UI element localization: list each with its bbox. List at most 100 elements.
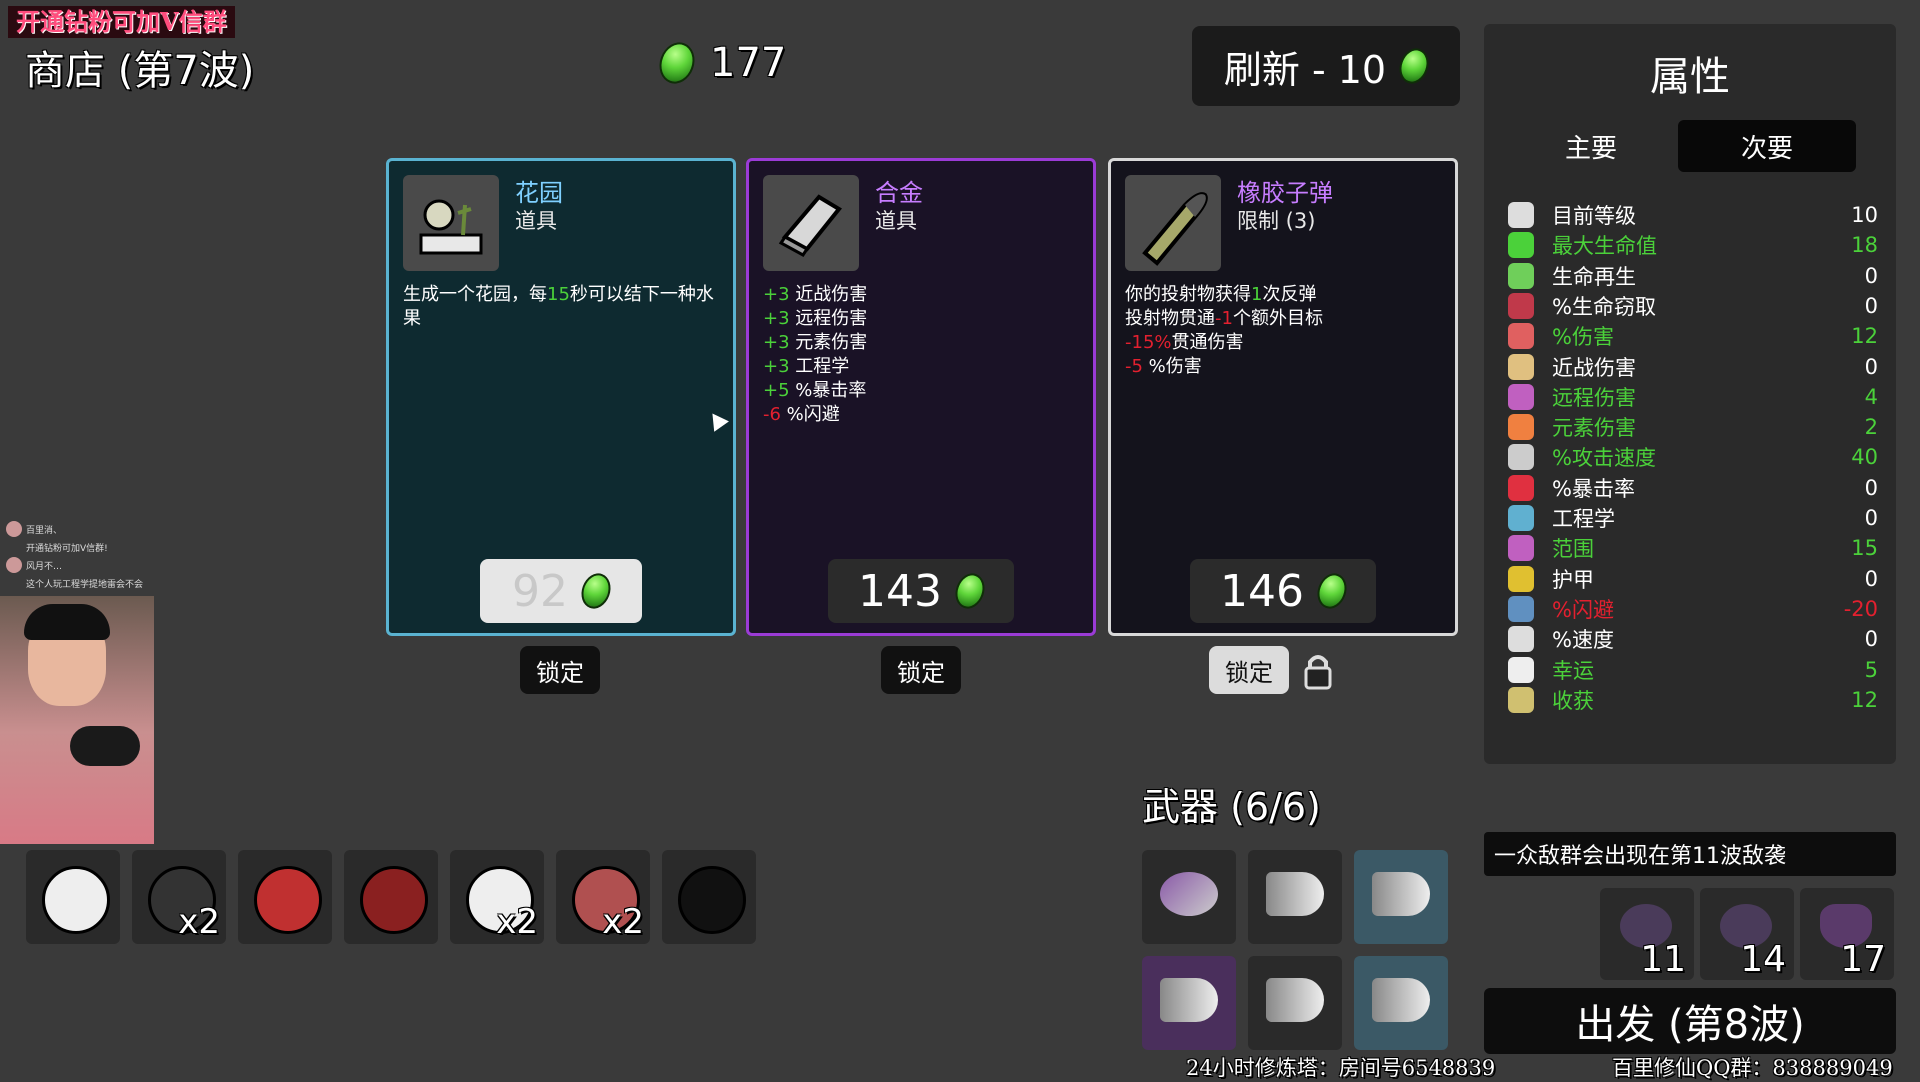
item-slot[interactable]: x2 — [132, 850, 226, 944]
stat-label: 范围 — [1552, 537, 1594, 562]
buy-button[interactable]: 146 — [1190, 559, 1376, 623]
shop-title: 商店 (第7波) — [25, 48, 255, 94]
stat-row[interactable]: %攻击速度 40 — [1508, 442, 1878, 472]
material-gem-icon — [1394, 44, 1434, 88]
stat-row[interactable]: 范围 15 — [1508, 533, 1878, 563]
stat-row[interactable]: %闪避 -20 — [1508, 594, 1878, 624]
shop-item-card[interactable]: 橡胶子弹 限制 (3) 你的投射物获得1次反弹 投射物贯通-1个额外目标 -15%贯… — [1108, 158, 1458, 636]
item-slot[interactable] — [238, 850, 332, 944]
chat-message: 开通钻粉可加V信群! — [26, 543, 108, 554]
material-gem-icon — [950, 569, 990, 613]
stat-label: %速度 — [1552, 628, 1614, 653]
lock-button[interactable]: 锁定 — [520, 646, 600, 694]
description-segment: 工程学 — [789, 356, 850, 377]
stat-value: 0 — [1864, 566, 1878, 591]
fire-icon — [1508, 414, 1534, 441]
tab-primary-stats[interactable]: 主要 — [1502, 120, 1680, 172]
chat-line: 百里消、 — [6, 520, 176, 538]
stat-row[interactable]: %暴击率 0 — [1508, 473, 1878, 503]
material-gem-icon — [653, 37, 701, 89]
streamer-hair — [24, 604, 110, 640]
shop-item-card[interactable]: 花园 道具 生成一个花园，每15秒可以结下一种水果 92 — [386, 158, 736, 636]
stat-label: 最大生命值 — [1552, 234, 1657, 259]
gold-counter: 177 — [653, 37, 786, 89]
stat-value: 0 — [1864, 506, 1878, 530]
microphone-icon — [70, 726, 140, 766]
description-segment: 元素伤害 — [789, 332, 868, 353]
weapon-slot[interactable] — [1248, 850, 1342, 944]
stat-value: -20 — [1843, 596, 1878, 621]
stat-label: 幸运 — [1552, 658, 1594, 683]
description-segment: 次反弹 — [1262, 284, 1317, 305]
item-slot[interactable]: x2 — [450, 850, 544, 944]
weapons-title: 武器 (6/6) — [1142, 785, 1321, 829]
stat-row[interactable]: 生命再生 0 — [1508, 261, 1878, 291]
item-slot[interactable] — [26, 850, 120, 944]
item-slot[interactable]: x2 — [556, 850, 650, 944]
dynamite-icon — [254, 866, 322, 934]
enemy-wave-slot: 17 — [1800, 888, 1894, 980]
lock-button[interactable]: 锁定 — [881, 646, 961, 694]
item-type: 限制 (3) — [1237, 209, 1316, 233]
item-description: 你的投射物获得1次反弹 投射物贯通-1个额外目标 -15%贯通伤害 -5 %伤害 — [1125, 283, 1441, 379]
weapon-slot[interactable] — [1248, 956, 1342, 1050]
stat-row[interactable]: 元素伤害 2 — [1508, 412, 1878, 442]
megaphone-icon — [1266, 872, 1324, 916]
item-type: 道具 — [875, 209, 917, 233]
stat-row[interactable]: 远程伤害 4 — [1508, 382, 1878, 412]
description-segment: 近战伤害 — [789, 284, 868, 305]
weapon-slot[interactable] — [1142, 956, 1236, 1050]
tab-secondary-stats[interactable]: 次要 — [1678, 120, 1856, 172]
stat-value: 15 — [1851, 536, 1878, 561]
stat-row[interactable]: %速度 0 — [1508, 624, 1878, 654]
item-slot[interactable] — [344, 850, 438, 944]
reroll-button[interactable]: 刷新 - 10 — [1192, 26, 1460, 106]
weapon-slot[interactable] — [1354, 850, 1448, 944]
description-segment: %伤害 — [1142, 356, 1202, 377]
stat-row[interactable]: 工程学 0 — [1508, 503, 1878, 533]
buy-button[interactable]: 92 — [480, 559, 642, 623]
enemy-wave-number: 17 — [1840, 939, 1886, 980]
weapon-slot[interactable] — [1354, 956, 1448, 1050]
sword-icon — [1508, 353, 1534, 380]
stat-row[interactable]: 护甲 0 — [1508, 564, 1878, 594]
stat-label: 护甲 — [1552, 567, 1594, 592]
item-name: 合金 — [875, 179, 923, 207]
pirate-head-icon — [42, 866, 110, 934]
stat-row[interactable]: 最大生命值 18 — [1508, 230, 1878, 260]
range-icon — [1508, 535, 1534, 562]
avatar — [6, 521, 22, 537]
hourglass-icon — [1508, 444, 1534, 471]
stat-label: 近战伤害 — [1552, 355, 1636, 380]
description-segment: 生成一个花园，每 — [403, 284, 547, 305]
stat-row[interactable]: 目前等级 10 — [1508, 200, 1878, 230]
item-description: +3 近战伤害 +3 远程伤害 +3 元素伤害 +3 工程学 +5 %暴击率 -6 %闪避 — [763, 283, 1079, 427]
level-icon — [1508, 202, 1534, 228]
stat-row[interactable]: %伤害 12 — [1508, 321, 1878, 351]
stats-title: 属性 — [1650, 54, 1730, 100]
lock-button[interactable]: 锁定 — [1209, 646, 1289, 694]
stat-label: 元素伤害 — [1552, 416, 1636, 441]
stream-footer-room: 24小时修炼塔：房间号6548839 — [1186, 1056, 1496, 1080]
description-segment: -1 — [1215, 308, 1233, 329]
description-segment: 15 — [547, 284, 570, 305]
item-slot[interactable] — [662, 850, 756, 944]
stream-chat: 百里消、 开通钻粉可加V信群! 风月不… 这个人玩工程学提地雷会不会 — [6, 520, 176, 596]
stat-value: 0 — [1864, 293, 1878, 318]
stat-label: %生命窃取 — [1552, 294, 1656, 319]
item-count: x2 — [602, 902, 644, 942]
start-next-wave-button[interactable]: 出发 (第8波) — [1484, 988, 1896, 1054]
weapon-slot[interactable] — [1142, 850, 1236, 944]
shop-item-card[interactable]: 合金 道具 +3 近战伤害 +3 远程伤害 +3 元素伤害 +3 工程学 +5 %暴击率… — [746, 158, 1096, 636]
description-line: -15%贯通伤害 — [1125, 331, 1441, 355]
description-segment: 远程伤害 — [789, 308, 868, 329]
description-segment: 个额外目标 — [1232, 308, 1323, 329]
megaphone-icon — [1160, 978, 1218, 1022]
stat-row[interactable]: 幸运 5 — [1508, 655, 1878, 685]
stat-row[interactable]: %生命窃取 0 — [1508, 291, 1878, 321]
stat-row[interactable]: 近战伤害 0 — [1508, 352, 1878, 382]
buy-button[interactable]: 143 — [828, 559, 1014, 623]
boot-icon — [1508, 626, 1534, 653]
stat-row[interactable]: 收获 12 — [1508, 685, 1878, 715]
garden-icon — [403, 175, 499, 271]
